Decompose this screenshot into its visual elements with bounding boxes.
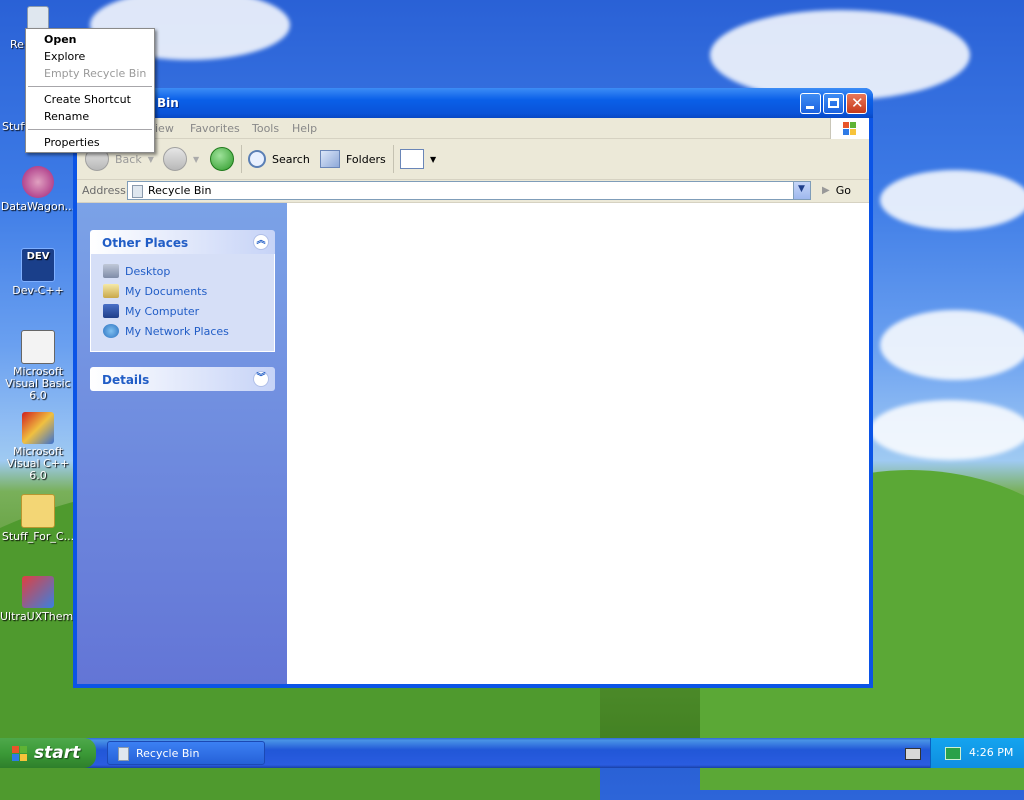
datawagon-icon [22,166,54,198]
go-arrow-icon: ▶ [822,185,830,196]
up-button[interactable] [210,145,234,173]
my-computer-icon [103,304,119,318]
desktop-icon-vb6[interactable]: Microsoft Visual Basic 6.0 [0,330,76,402]
other-places-panel: Desktop My Documents My Computer My Netw… [90,254,275,352]
menu-separator [28,129,152,130]
my-network-places-icon [103,324,119,338]
window-client: iew Favorites Tools Help Back ▼ ▼ Search… [77,118,869,684]
minimize-icon [806,106,814,109]
desktop-icon-label: DataWagon... [0,200,76,213]
start-label: start [34,743,81,763]
place-my-network-places[interactable]: My Network Places [103,324,229,338]
collapse-icon[interactable]: ︽ [253,234,269,250]
recycle-bin-window: Bin ✕ iew Favorites Tools Help Back ▼ ▼ … [73,88,873,688]
views-icon [400,149,424,169]
close-button[interactable]: ✕ [846,93,867,114]
maximize-icon [828,98,839,108]
desktop-icon-vc6[interactable]: Microsoft Visual C++ 6.0 [0,412,76,482]
menu-bar: iew Favorites Tools Help [77,118,869,140]
menu-tools[interactable]: Tools [252,122,279,135]
my-documents-icon [103,284,119,298]
forward-button[interactable]: ▼ [163,145,199,173]
up-arrow-icon [210,147,234,171]
chevron-down-icon: ▼ [430,154,437,164]
menu-help[interactable]: Help [292,122,317,135]
menu-item-properties[interactable]: Properties [44,136,100,149]
windows-logo-icon [830,118,869,140]
toolbar: Back ▼ ▼ Search Folders ▼ [77,139,869,180]
desktop-icon-label: Stuff [2,120,28,133]
menu-item-rename[interactable]: Rename [44,110,89,123]
forward-arrow-icon [163,147,187,171]
desktop-icon-label: Microsoft Visual C++ 6.0 [6,445,70,482]
devcpp-icon: DEV [21,248,55,282]
desktop-icon [103,264,119,278]
keyboard-icon[interactable] [905,748,921,760]
windows-logo-icon [12,746,28,761]
toolbar-separator [241,145,242,173]
window-title: Bin [157,96,179,110]
desktop-icon-stuff-for-c[interactable]: Stuff_For_C... [0,494,76,543]
desktop-icon-label: Dev-C++ [12,284,64,297]
close-icon: ✕ [851,94,864,112]
search-button[interactable]: Search [248,145,310,173]
recycle-bin-icon [118,747,129,761]
views-button[interactable]: ▼ [400,145,436,173]
recycle-bin-icon [132,185,143,198]
desktop-icon-label: Microsoft Visual Basic 6.0 [5,365,71,402]
folders-button[interactable]: Folders [320,145,386,173]
other-places-header[interactable]: Other Places ︽ [90,230,275,254]
vc6-icon [22,412,54,444]
expand-icon[interactable]: ︾ [253,371,269,387]
desktop-icon-label: Stuff_For_C... [1,530,75,543]
menu-item-explore[interactable]: Explore [44,50,85,63]
folders-icon [320,150,340,168]
place-desktop[interactable]: Desktop [103,264,170,278]
task-pane: Other Places ︽ Desktop My Documents My C… [77,203,287,684]
address-value: Recycle Bin [148,184,212,197]
start-button[interactable]: start [0,738,96,768]
menu-favorites[interactable]: Favorites [190,122,240,135]
address-field[interactable]: Recycle Bin ▼ [127,181,811,200]
taskbar-button-recycle-bin[interactable]: Recycle Bin [107,741,265,765]
desktop-icon-label: Re [10,38,24,51]
taskbar: start Recycle Bin 4:26 PM [0,738,1024,768]
clock[interactable]: 4:26 PM [969,746,1013,759]
minimize-button[interactable] [800,93,821,114]
search-icon [248,150,266,168]
menu-item-empty-recycle-bin: Empty Recycle Bin [44,67,147,80]
maximize-button[interactable] [823,93,844,114]
ultrauxtheme-icon [22,576,54,608]
zipped-folder-icon [21,494,55,528]
menu-item-create-shortcut[interactable]: Create Shortcut [44,93,131,106]
address-dropdown-button[interactable]: ▼ [793,182,810,199]
desktop-icon-devcpp[interactable]: DEV Dev-C++ [0,248,76,297]
context-menu: Open Explore Empty Recycle Bin Create Sh… [25,28,155,153]
place-my-documents[interactable]: My Documents [103,284,207,298]
desktop-icon-label: UltraUXThem... [0,610,84,623]
network-icon[interactable] [945,747,961,760]
menu-separator [28,86,152,87]
toolbar-separator [393,145,394,173]
chevron-down-icon: ▼ [193,154,200,164]
chevron-down-icon: ▼ [798,184,805,194]
details-header[interactable]: Details ︾ [90,367,275,391]
desktop-icon-ultrauxtheme[interactable]: UltraUXThem... [0,576,84,623]
system-tray: 4:26 PM [930,738,1024,768]
address-label: Address [82,184,126,197]
menu-item-open[interactable]: Open [44,33,77,46]
place-my-computer[interactable]: My Computer [103,304,199,318]
vb6-icon [21,330,55,364]
chevron-down-icon: ▼ [147,154,154,164]
address-bar: Address Recycle Bin ▼ ▶ Go [77,180,869,203]
file-list-area[interactable] [287,203,869,684]
title-bar[interactable]: Bin ✕ [73,88,873,118]
desktop-icon-datawagon[interactable]: DataWagon... [0,166,76,213]
go-button[interactable]: ▶ Go [822,184,851,197]
menu-view[interactable]: iew [155,122,174,135]
